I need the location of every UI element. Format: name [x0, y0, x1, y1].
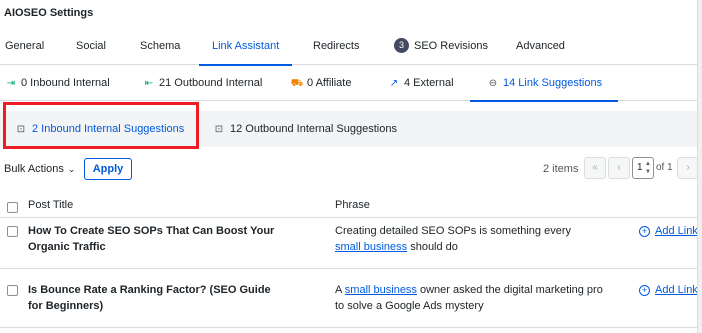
tab-social[interactable]: Social [76, 28, 106, 65]
scroll-edge [697, 0, 702, 333]
row-post-title[interactable]: How To Create SEO SOPs That Can Boost Yo… [28, 223, 308, 255]
subtab-outbound-internal[interactable]: ⇤ 21 Outbound Internal [142, 65, 263, 101]
tab-redirects[interactable]: Redirects [313, 28, 359, 65]
subtab-affiliate-label: 0 Affiliate [307, 77, 352, 89]
tab-advanced[interactable]: Advanced [516, 28, 565, 65]
subtab-external[interactable]: ↗ 4 External [387, 65, 454, 101]
affiliate-cart-icon: ⛟ [290, 78, 304, 89]
row-checkbox[interactable] [7, 285, 18, 296]
tab-general[interactable]: General [5, 28, 44, 65]
external-link-icon: ↗ [389, 78, 399, 89]
bulk-actions-select[interactable]: Bulk Actions ⌄ [4, 158, 75, 180]
tab-inbound-suggestions-label: 2 Inbound Internal Suggestions [32, 123, 185, 135]
plus-circle-icon: + [639, 226, 650, 237]
select-all-checkbox[interactable] [7, 202, 18, 213]
phrase-text: should do [410, 241, 458, 253]
post-title-column-header[interactable]: Post Title [28, 199, 73, 211]
next-page-button[interactable]: › [677, 157, 699, 179]
subtab-outbound-internal-label: 21 Outbound Internal [159, 77, 263, 89]
settings-panel: AIOSEO Settings General Social Schema Li… [0, 0, 702, 333]
tab-link-assistant[interactable]: Link Assistant [198, 28, 293, 66]
tab-outbound-suggestions[interactable]: ⊡ 12 Outbound Internal Suggestions [212, 111, 397, 147]
tab-seo-revisions-label: SEO Revisions [414, 40, 488, 52]
subtab-inbound-internal-label: 0 Inbound Internal [21, 77, 110, 89]
table-header: Post Title Phrase [0, 195, 702, 218]
add-link-label: Add Link [655, 284, 698, 296]
page-title: AIOSEO Settings [4, 7, 94, 19]
suggestion-tab-bar: ⊡ 2 Inbound Internal Suggestions ⊡ 12 Outb… [0, 111, 702, 147]
tab-schema[interactable]: Schema [140, 28, 180, 65]
apply-button[interactable]: Apply [84, 158, 132, 180]
row-checkbox[interactable] [7, 226, 18, 237]
subtab-link-suggestions-label: 14 Link Suggestions [503, 77, 603, 89]
link-type-tab-bar: ⇥ 0 Inbound Internal ⇤ 21 Outbound Interna… [0, 65, 702, 102]
spinner-icon: ▲ ▼ [645, 161, 651, 175]
phrase-text: A [335, 284, 342, 296]
tab-seo-revisions[interactable]: 3 SEO Revisions [394, 28, 488, 65]
add-link-button[interactable]: + Add Link [639, 284, 698, 296]
phrase-text: Creating detailed SEO SOPs is something … [335, 225, 572, 237]
items-count: 2 items [543, 163, 579, 175]
tab-outbound-suggestions-label: 12 Outbound Internal Suggestions [230, 123, 397, 135]
current-page-input[interactable]: 1 ▲ ▼ [632, 157, 654, 179]
page-of-label: of 1 [656, 162, 673, 173]
bulk-actions-label: Bulk Actions [4, 163, 64, 175]
add-link-button[interactable]: + Add Link [639, 225, 698, 237]
outbound-icon: ⊡ [214, 124, 224, 135]
subtab-external-label: 4 External [404, 77, 454, 89]
phrase-link[interactable]: small business [335, 241, 407, 253]
subtab-affiliate[interactable]: ⛟ 0 Affiliate [290, 65, 352, 101]
chevron-down-icon: ⌄ [67, 164, 76, 174]
row-phrase: A small business owner asked the digital… [335, 282, 610, 314]
tab-inbound-suggestions[interactable]: ⊡ 2 Inbound Internal Suggestions [14, 111, 184, 147]
prev-page-button[interactable]: ‹ [608, 157, 630, 179]
subtab-link-suggestions[interactable]: ⊖ 14 Link Suggestions [469, 65, 619, 102]
inbound-icon: ⇥ [6, 78, 16, 89]
current-page-value: 1 [637, 162, 643, 173]
first-page-button[interactable]: « [584, 157, 606, 179]
add-link-label: Add Link [655, 225, 698, 237]
phrase-link[interactable]: small business [345, 284, 417, 296]
plus-circle-icon: + [639, 285, 650, 296]
outbound-icon: ⇤ [144, 78, 154, 89]
revisions-count-badge: 3 [394, 38, 409, 53]
row-phrase: Creating detailed SEO SOPs is something … [335, 223, 625, 255]
phrase-column-header: Phrase [335, 199, 370, 211]
row-post-title[interactable]: Is Bounce Rate a Ranking Factor? (SEO Gu… [28, 282, 278, 314]
chain-link-icon: ⊖ [488, 78, 498, 89]
table-row: Is Bounce Rate a Ranking Factor? (SEO Gu… [0, 278, 702, 328]
main-tab-bar: General Social Schema Link Assistant Red… [0, 28, 702, 66]
inbound-icon: ⊡ [16, 124, 26, 135]
subtab-inbound-internal[interactable]: ⇥ 0 Inbound Internal [4, 65, 110, 101]
table-row: How To Create SEO SOPs That Can Boost Yo… [0, 219, 702, 269]
